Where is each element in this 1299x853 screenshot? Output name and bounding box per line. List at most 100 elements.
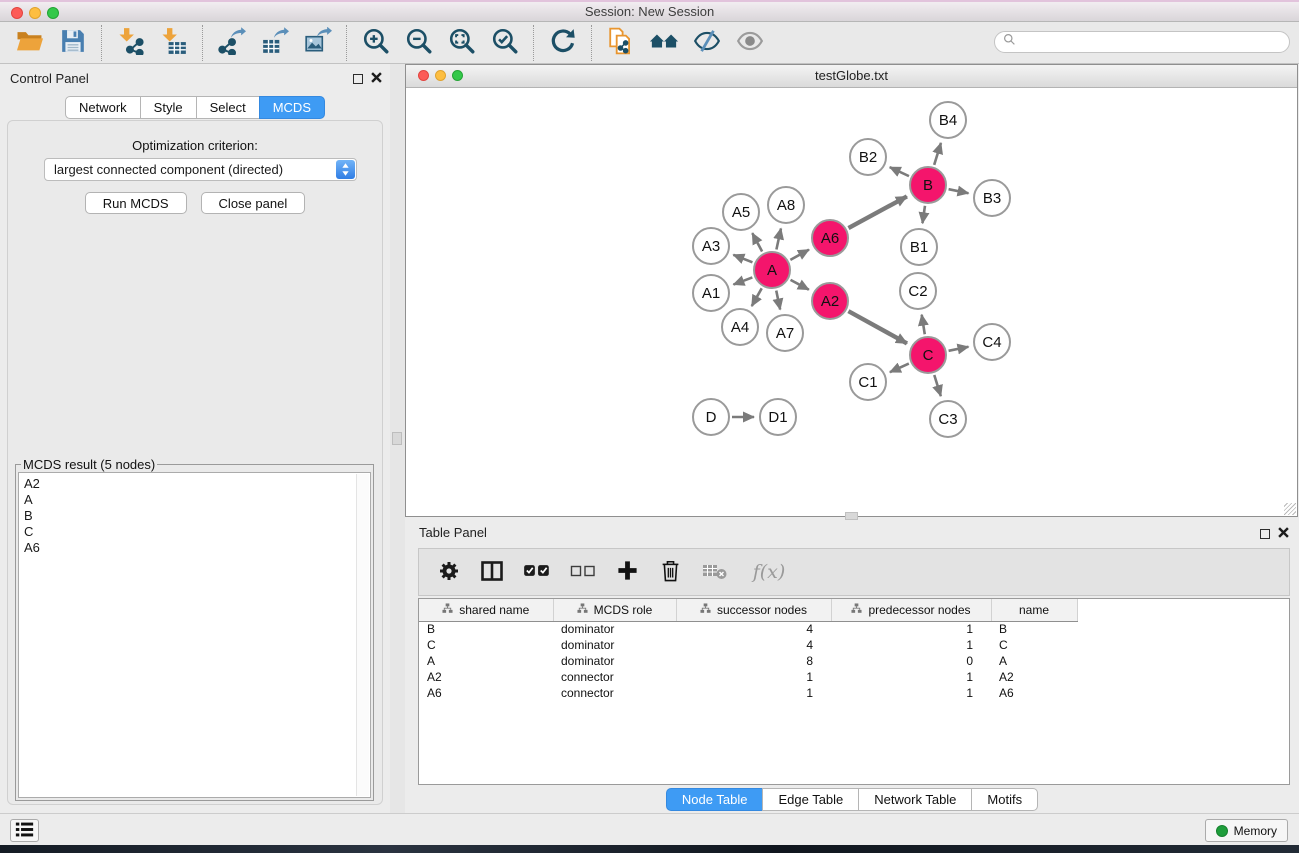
graph-edge-C-C1[interactable] — [890, 364, 909, 373]
net-close-traffic-light[interactable] — [418, 70, 429, 81]
function-builder-button[interactable]: f(x) — [747, 561, 791, 583]
import-table-button[interactable] — [152, 24, 195, 62]
create-column-button[interactable] — [614, 559, 640, 585]
graph-edge-C-C3[interactable] — [934, 375, 941, 396]
graph-edge-B-B2[interactable] — [890, 167, 909, 176]
graph-edge-A6-B[interactable] — [848, 196, 906, 228]
tab-edge-table[interactable]: Edge Table — [762, 788, 859, 811]
table-row[interactable]: Bdominator41B — [419, 621, 1077, 637]
export-table-button[interactable] — [253, 24, 296, 62]
table-row[interactable]: Cdominator41C — [419, 637, 1077, 653]
deselect-all-button[interactable] — [569, 564, 597, 581]
table-row[interactable]: A2connector11A2 — [419, 669, 1077, 685]
column-header-shared-name[interactable]: shared name — [419, 599, 553, 621]
export-image-button[interactable] — [296, 24, 339, 62]
graph-edge-A-A2[interactable] — [791, 280, 809, 290]
graph-node-B1[interactable]: B1 — [900, 228, 938, 266]
result-item[interactable]: C — [24, 524, 370, 540]
search-box[interactable] — [994, 31, 1290, 53]
column-header-mcds-role[interactable]: MCDS role — [553, 599, 676, 621]
divider-handle[interactable] — [392, 432, 402, 445]
graph-edge-B-B3[interactable] — [949, 189, 969, 193]
close-panel-icon[interactable] — [1278, 526, 1289, 541]
memory-button[interactable]: Memory — [1205, 819, 1288, 842]
graph-edge-A-A1[interactable] — [733, 277, 752, 284]
eye-button[interactable] — [728, 24, 771, 62]
graph-node-A6[interactable]: A6 — [811, 219, 849, 257]
network-window-titlebar[interactable]: testGlobe.txt — [406, 65, 1297, 88]
tab-network[interactable]: Network — [65, 96, 141, 119]
graph-node-A8[interactable]: A8 — [767, 186, 805, 224]
graph-node-D1[interactable]: D1 — [759, 398, 797, 436]
close-panel-button[interactable]: Close panel — [201, 192, 306, 214]
zoom-selected-button[interactable] — [483, 24, 526, 62]
show-column-button[interactable] — [479, 559, 505, 586]
network-canvas[interactable]: B4 B2 B B3 A8A5 A6 B1 A3 A A1 C2 A2 A4A7 C4 C C1 C3 D D1 — [406, 88, 1297, 516]
graph-node-A[interactable]: A — [753, 251, 791, 289]
graph-edge-B-B4[interactable] — [934, 143, 941, 165]
tab-select[interactable]: Select — [196, 96, 260, 119]
horizontal-split-handle[interactable] — [845, 512, 858, 520]
zoom-out-button[interactable] — [397, 24, 440, 62]
run-mcds-button[interactable]: Run MCDS — [85, 192, 187, 214]
table-row[interactable]: A6connector11A6 — [419, 685, 1077, 701]
column-header-predecessor-nodes[interactable]: predecessor nodes — [831, 599, 991, 621]
delete-table-button[interactable] — [700, 562, 730, 583]
delete-column-button[interactable] — [657, 558, 683, 586]
net-minimize-traffic-light[interactable] — [435, 70, 446, 81]
tab-mcds[interactable]: MCDS — [259, 96, 325, 119]
result-item[interactable]: A2 — [24, 476, 370, 492]
graph-node-C2[interactable]: C2 — [899, 272, 937, 310]
graph-node-C1[interactable]: C1 — [849, 363, 887, 401]
node-table[interactable]: shared name MCDS role successor nodes pr… — [418, 598, 1290, 785]
graph-node-B4[interactable]: B4 — [929, 101, 967, 139]
criterion-dropdown[interactable]: largest connected component (directed) — [44, 158, 357, 181]
select-all-button[interactable] — [522, 563, 552, 581]
column-header-successor-nodes[interactable]: successor nodes — [676, 599, 831, 621]
net-zoom-traffic-light[interactable] — [452, 70, 463, 81]
graph-node-A2[interactable]: A2 — [811, 282, 849, 320]
resize-grip-icon[interactable] — [1284, 503, 1296, 515]
mcds-result-list[interactable]: A2 A B C A6 — [18, 472, 371, 798]
graph-edge-C-C2[interactable] — [922, 315, 925, 335]
graph-node-C3[interactable]: C3 — [929, 400, 967, 438]
graph-node-A3[interactable]: A3 — [692, 227, 730, 265]
zoom-fit-button[interactable] — [440, 24, 483, 62]
graph-node-A5[interactable]: A5 — [722, 193, 760, 231]
column-header-name[interactable]: name — [991, 599, 1077, 621]
search-input[interactable] — [1021, 35, 1281, 49]
graph-edge-A-A3[interactable] — [733, 255, 752, 263]
graph-edge-A-A4[interactable] — [752, 288, 762, 306]
graph-node-D[interactable]: D — [692, 398, 730, 436]
result-scrollbar[interactable] — [356, 474, 369, 796]
graph-edge-C-C4[interactable] — [949, 347, 969, 351]
graph-node-B2[interactable]: B2 — [849, 138, 887, 176]
export-network-button[interactable] — [210, 24, 253, 62]
save-session-button[interactable] — [51, 24, 94, 62]
float-window-icon[interactable] — [1260, 529, 1270, 539]
graph-node-B3[interactable]: B3 — [973, 179, 1011, 217]
zoom-in-button[interactable] — [354, 24, 397, 62]
graph-edge-A-A8[interactable] — [776, 228, 781, 249]
graph-edge-A-A5[interactable] — [752, 233, 762, 251]
tab-node-table[interactable]: Node Table — [666, 788, 764, 811]
table-settings-button[interactable] — [436, 559, 462, 586]
graph-edge-A2-C[interactable] — [848, 311, 907, 343]
tab-motifs[interactable]: Motifs — [971, 788, 1038, 811]
home-button[interactable] — [642, 24, 685, 62]
result-item[interactable]: A — [24, 492, 370, 508]
result-item[interactable]: A6 — [24, 540, 370, 556]
graph-edge-A-A6[interactable] — [790, 250, 809, 260]
open-session-button[interactable] — [8, 24, 51, 62]
import-network-button[interactable] — [109, 24, 152, 62]
show-hide-graphics-button[interactable] — [685, 24, 728, 62]
float-window-icon[interactable] — [353, 74, 363, 84]
graph-node-C4[interactable]: C4 — [973, 323, 1011, 361]
tab-style[interactable]: Style — [140, 96, 197, 119]
graph-node-A7[interactable]: A7 — [766, 314, 804, 352]
graph-node-C[interactable]: C — [909, 336, 947, 374]
graph-node-A1[interactable]: A1 — [692, 274, 730, 312]
graph-node-B[interactable]: B — [909, 166, 947, 204]
table-row[interactable]: Adominator80A — [419, 653, 1077, 669]
graph-node-A4[interactable]: A4 — [721, 308, 759, 346]
